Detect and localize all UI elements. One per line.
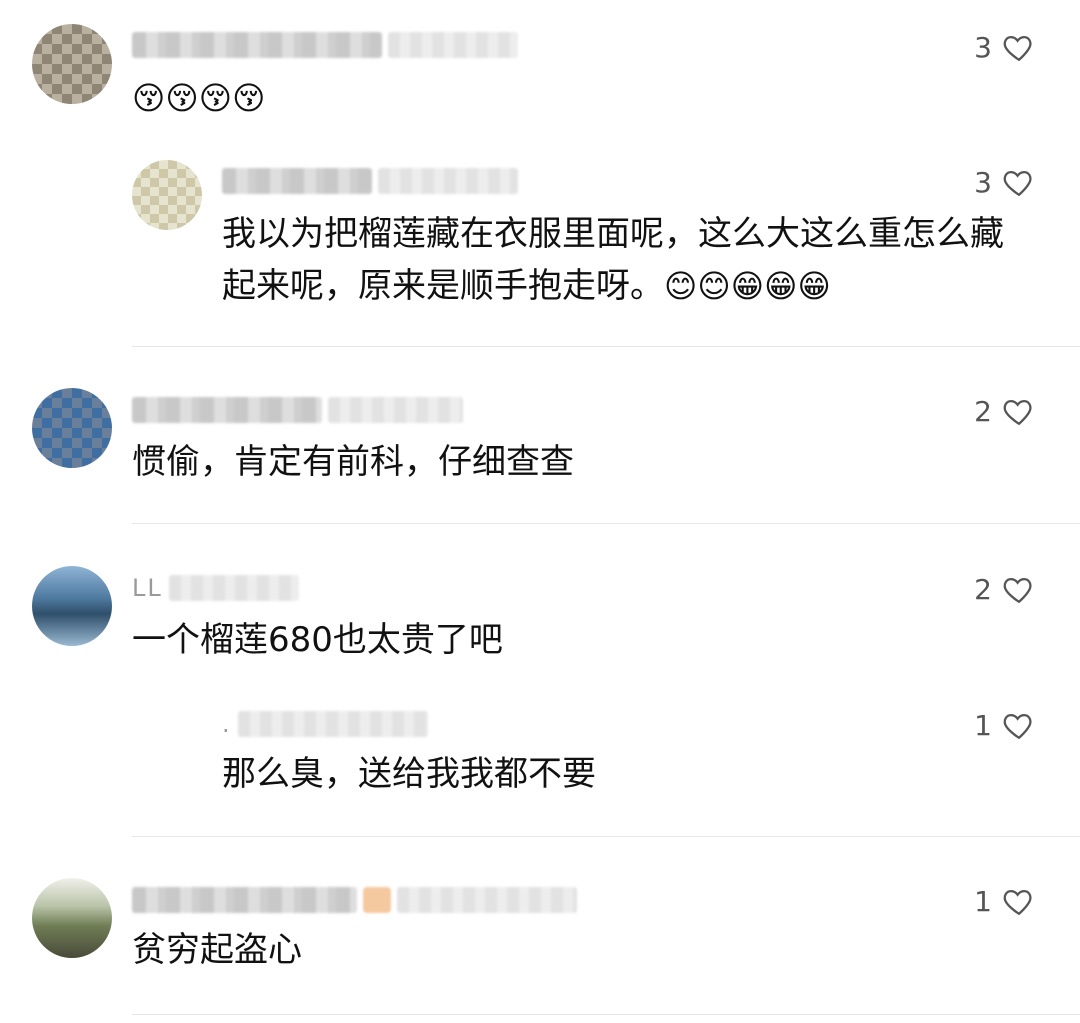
heart-outline-icon [1003,889,1032,916]
like-count: 3 [974,165,992,199]
like-count: 1 [974,884,992,918]
comment-text: 一个榴莲680也太贵了吧 [132,620,503,660]
like-button[interactable]: 3 [974,30,1036,64]
like-button[interactable]: 1 [974,884,1036,918]
divider [132,1014,1080,1015]
username[interactable] [132,30,518,60]
like-count: 2 [974,572,992,606]
avatar[interactable] [132,160,202,230]
like-button[interactable]: 3 [974,165,1036,199]
like-count: 2 [974,394,992,428]
like-button[interactable]: 1 [974,708,1036,742]
heart-outline-icon [1003,577,1032,604]
like-button[interactable]: 2 [974,572,1036,606]
username[interactable]: LL [132,573,299,603]
comment-text: 惯偷，肯定有前科，仔细查查 [132,442,574,482]
heart-outline-icon [1003,399,1032,426]
level-badge [363,887,391,913]
username[interactable] [132,395,463,425]
like-button[interactable]: 2 [974,394,1036,428]
comment-text: 那么臭，送给我我都不要 [222,754,596,794]
like-count: 3 [974,30,992,64]
divider [132,523,1080,524]
like-count: 1 [974,708,992,742]
comment-emoji: 😊😊😁😁😁 [664,267,831,305]
avatar[interactable] [32,566,112,646]
heart-outline-icon [1003,170,1032,197]
comment-emoji: 😚😚😚😚 [132,79,266,117]
divider [132,836,1080,837]
avatar[interactable] [32,878,112,958]
avatar[interactable] [32,388,112,468]
username[interactable] [132,885,577,915]
heart-outline-icon [1003,713,1032,740]
comment-list: 😚😚😚😚 3 我以为把榴莲藏在衣服里面呢，这么大这么重怎么藏起来呢，原来是顺手抱… [0,0,1080,1023]
comment-text: 我以为把榴莲藏在衣服里面呢，这么大这么重怎么藏起来呢，原来是顺手抱走呀。😊😊😁😁… [222,214,1004,306]
heart-outline-icon [1003,35,1032,62]
divider [132,346,1080,347]
avatar[interactable] [32,24,112,104]
username[interactable] [222,166,518,196]
comment-text: 贫穷起盗心 [132,930,302,970]
username[interactable]: . [222,709,428,739]
